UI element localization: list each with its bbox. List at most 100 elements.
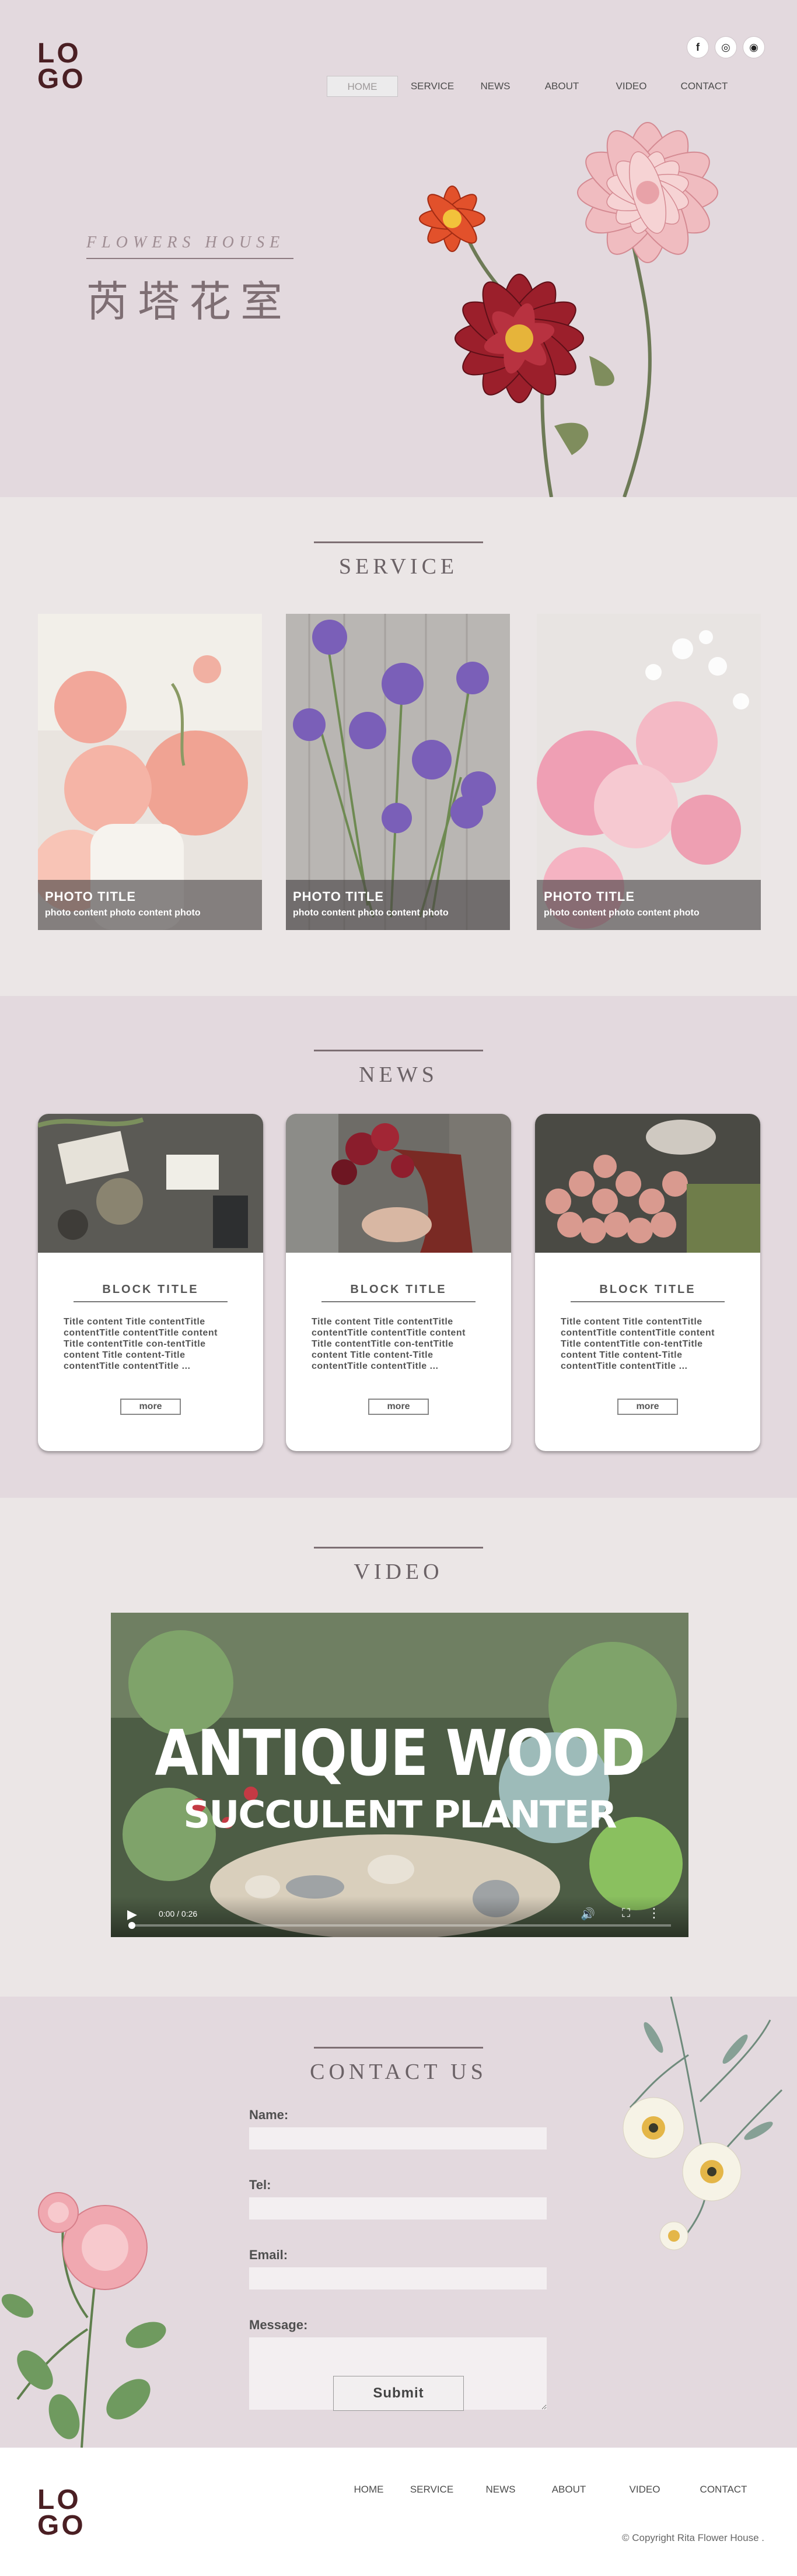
email-field[interactable] xyxy=(249,2267,547,2290)
news-photo-roses xyxy=(535,1114,760,1253)
news-card: BLOCK TITLE Title content Title contentT… xyxy=(535,1114,760,1451)
hero-title-block: FLOWERS HOUSE 芮塔花室 xyxy=(86,233,293,328)
service-card[interactable]: PHOTO TITLE photo content photo content … xyxy=(38,614,262,930)
service-card-caption: PHOTO TITLE photo content photo content … xyxy=(38,880,262,930)
news-card: BLOCK TITLE Title content Title contentT… xyxy=(286,1114,511,1451)
nav-about[interactable]: ABOUT xyxy=(524,76,600,97)
video-heading-bar xyxy=(314,1547,483,1549)
tel-label: Tel: xyxy=(249,2177,271,2192)
video-progress-knob[interactable] xyxy=(128,1922,135,1929)
fullscreen-icon[interactable]: ⛶ xyxy=(622,1907,630,1920)
news-card-title: BLOCK TITLE xyxy=(599,1283,696,1296)
facebook-icon[interactable]: f xyxy=(687,36,709,58)
hero-subtitle: FLOWERS HOUSE xyxy=(86,233,285,251)
more-button[interactable]: more xyxy=(368,1399,429,1415)
nav-contact[interactable]: CONTACT xyxy=(663,76,746,97)
footer-logo[interactable]: LO GO xyxy=(37,2484,86,2541)
news-card-title: BLOCK TITLE xyxy=(350,1283,447,1296)
video-player[interactable]: ANTIQUE WOOD SUCCULENT PLANTER ▶ 0:00 / … xyxy=(111,1613,688,1937)
nav-news[interactable]: NEWS xyxy=(467,76,524,97)
logo[interactable]: LO GO xyxy=(37,38,86,95)
service-card-content: photo content photo content photo xyxy=(293,908,449,918)
video-heading: VIDEO xyxy=(0,1547,797,1585)
footer-nav-news[interactable]: NEWS xyxy=(474,2484,527,2495)
footer: LO GO HOME SERVICE NEWS ABOUT VIDEO CONT… xyxy=(0,2448,797,2576)
news-card-divider xyxy=(571,1301,725,1302)
video-time: 0:00 / 0:26 xyxy=(159,1909,198,1918)
footer-nav-service[interactable]: SERVICE xyxy=(390,2484,474,2495)
service-title: SERVICE xyxy=(338,554,459,579)
news-card: BLOCK TITLE Title content Title contentT… xyxy=(38,1114,263,1451)
news-image xyxy=(286,1114,511,1253)
news-card-content: Title content Title contentTitle content… xyxy=(561,1317,715,1371)
instagram-icon[interactable]: ◎ xyxy=(715,36,737,58)
email-label: Email: xyxy=(249,2248,288,2262)
nav-home[interactable]: HOME xyxy=(327,76,398,97)
service-card-content: photo content photo content photo xyxy=(544,908,700,918)
news-section: NEWS BLOCK TITLE Title content Title con… xyxy=(0,996,797,1498)
footer-nav-contact[interactable]: CONTACT xyxy=(679,2484,768,2495)
video-progress-track[interactable] xyxy=(128,1924,671,1927)
news-heading-bar xyxy=(314,1050,483,1051)
rose-illustration xyxy=(1,2192,166,2448)
news-photo-florist xyxy=(286,1114,511,1253)
news-card-content: Title content Title contentTitle content… xyxy=(64,1317,218,1371)
service-card[interactable]: PHOTO TITLE photo content photo content … xyxy=(537,614,761,930)
footer-nav-about[interactable]: ABOUT xyxy=(527,2484,610,2495)
service-card-content: photo content photo content photo xyxy=(45,908,201,918)
service-card-title: PHOTO TITLE xyxy=(45,889,137,904)
social-links: f ◎ ◉ xyxy=(687,36,765,58)
service-card[interactable]: PHOTO TITLE photo content photo content … xyxy=(286,614,510,930)
service-card-caption: PHOTO TITLE photo content photo content … xyxy=(286,880,510,930)
name-label: Name: xyxy=(249,2107,289,2122)
tel-field[interactable] xyxy=(249,2197,547,2220)
news-heading: NEWS xyxy=(0,1050,797,1088)
more-button[interactable]: more xyxy=(617,1399,678,1415)
more-options-icon[interactable]: ⋮ xyxy=(648,1906,660,1921)
service-card-title: PHOTO TITLE xyxy=(293,889,384,904)
hero-divider xyxy=(86,258,293,259)
hero-title: 芮塔花室 xyxy=(86,277,292,326)
footer-nav-home[interactable]: HOME xyxy=(348,2484,390,2495)
news-image xyxy=(535,1114,760,1253)
news-card-divider xyxy=(74,1301,228,1302)
line-icon[interactable]: ◉ xyxy=(743,36,765,58)
play-icon[interactable]: ▶ xyxy=(127,1907,137,1922)
name-field[interactable] xyxy=(249,2127,547,2149)
more-button[interactable]: more xyxy=(120,1399,181,1415)
submit-button[interactable]: Submit xyxy=(333,2376,464,2411)
news-card-content: Title content Title contentTitle content… xyxy=(312,1317,466,1371)
logo-line-2: GO xyxy=(37,2510,86,2541)
nav-service[interactable]: SERVICE xyxy=(398,76,467,97)
footer-nav-video[interactable]: VIDEO xyxy=(610,2484,679,2495)
message-label: Message: xyxy=(249,2318,308,2332)
video-section: VIDEO ANTIQUE WOOD SUCCULENT PLANTER ▶ 0… xyxy=(0,1498,797,1997)
footer-nav: HOME SERVICE NEWS ABOUT VIDEO CONTACT xyxy=(348,2484,768,2495)
daisy-illustration xyxy=(623,1997,783,2250)
logo-line-1: LO xyxy=(37,38,81,69)
service-heading: SERVICE xyxy=(0,541,797,579)
copyright-text: © Copyright Rita Flower House . xyxy=(621,2532,764,2543)
contact-heading-bar xyxy=(314,2047,483,2049)
contact-form: Name: Tel: Email: Message: xyxy=(249,2107,547,2410)
video-overlay-title: ANTIQUE WOOD xyxy=(155,1717,645,1790)
news-photo-workbench xyxy=(38,1114,263,1253)
service-card-title: PHOTO TITLE xyxy=(544,889,635,904)
news-image xyxy=(38,1114,263,1253)
service-heading-bar xyxy=(314,541,483,543)
news-card-divider xyxy=(321,1301,476,1302)
logo-line-2: GO xyxy=(37,64,86,95)
service-section: SERVICE PHOTO TITLE photo content photo … xyxy=(0,497,797,996)
video-title: VIDEO xyxy=(354,1560,443,1584)
hero-flower-illustration xyxy=(419,122,718,497)
contact-section: CONTACT US Name: Tel: Email: Message: Su… xyxy=(0,1997,797,2448)
logo-line-1: LO xyxy=(37,2484,81,2515)
volume-icon[interactable]: 🔊 xyxy=(581,1907,595,1921)
hero-section: LO GO f ◎ ◉ HOME SERVICE NEWS ABOUT VIDE… xyxy=(0,0,797,497)
service-card-caption: PHOTO TITLE photo content photo content … xyxy=(537,880,761,930)
news-card-title: BLOCK TITLE xyxy=(102,1283,199,1296)
nav-video[interactable]: VIDEO xyxy=(600,76,663,97)
video-controls: ▶ 0:00 / 0:26 🔊 ⛶ ⋮ xyxy=(111,1896,688,1937)
video-overlay-subtitle: SUCCULENT PLANTER xyxy=(183,1794,617,1837)
main-nav: HOME SERVICE NEWS ABOUT VIDEO CONTACT xyxy=(327,76,746,97)
